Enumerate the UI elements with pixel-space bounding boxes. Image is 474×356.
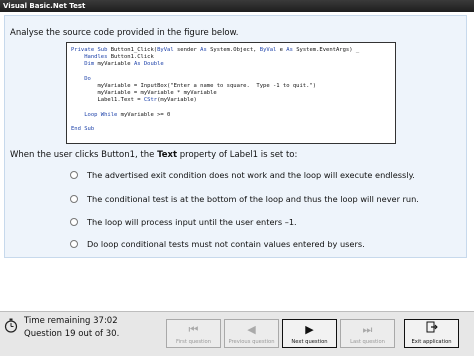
skip-forward-icon: ⏭ bbox=[362, 323, 373, 336]
button-label: First question bbox=[176, 339, 211, 345]
code-keyword: As bbox=[200, 47, 207, 53]
code-keyword: End Sub bbox=[71, 126, 95, 133]
stopwatch-icon bbox=[4, 318, 18, 333]
code-keyword: ByVal bbox=[259, 47, 277, 53]
button-label: Last question bbox=[350, 339, 385, 345]
question-text-bold: Text bbox=[157, 150, 178, 160]
code-keyword: Dim bbox=[84, 61, 95, 68]
radio-button[interactable] bbox=[70, 195, 78, 203]
code-keyword: As bbox=[286, 47, 293, 53]
previous-question-button[interactable]: ◀ Previous question bbox=[224, 319, 279, 348]
code-text: myVariable = myVariable * myVariable bbox=[71, 90, 217, 97]
code-line: myVariable = InputBox("Enter a name to s… bbox=[71, 83, 391, 90]
code-figure: Private Sub Button1_Click(ByVal sender A… bbox=[66, 42, 396, 144]
code-text: System.EventArgs) _ bbox=[292, 47, 360, 53]
radio-button[interactable] bbox=[70, 171, 78, 179]
answer-option-label: The conditional test is at the bottom of… bbox=[87, 194, 419, 204]
code-line: myVariable = myVariable * myVariable bbox=[71, 90, 391, 97]
code-text: myVariable = InputBox("Enter a name to s… bbox=[71, 82, 317, 89]
exit-icon bbox=[426, 321, 438, 336]
code-line: Do bbox=[71, 76, 391, 83]
code-text: myVariable bbox=[94, 61, 134, 68]
code-line: Handles Button1.Click bbox=[71, 54, 391, 61]
first-question-button[interactable]: ⏮ First question bbox=[166, 319, 221, 348]
answer-option-label: The advertised exit condition does not w… bbox=[87, 170, 415, 180]
answer-option-label: Do loop conditional tests must not conta… bbox=[87, 239, 365, 249]
button-label: Next question bbox=[291, 339, 328, 345]
question-text-before: When the user clicks Button1, the bbox=[10, 150, 158, 160]
code-line: Label1.Text = CStr(myVariable) bbox=[71, 97, 391, 104]
question-prompt: Analyse the source code provided in the … bbox=[10, 28, 239, 38]
skip-back-icon: ⏮ bbox=[188, 323, 199, 336]
code-text: (myVariable) bbox=[157, 97, 197, 104]
code-text: e bbox=[276, 47, 287, 53]
code-keyword: Handles bbox=[84, 54, 108, 61]
button-label: Exit application bbox=[411, 339, 452, 345]
code-keyword: Private Sub bbox=[71, 47, 111, 53]
previous-icon: ◀ bbox=[247, 323, 256, 336]
answer-option-2[interactable]: The conditional test is at the bottom of… bbox=[70, 194, 419, 204]
status-bar: Time remaining 37:02 Question 19 out of … bbox=[0, 311, 474, 356]
code-line: End Sub bbox=[71, 126, 391, 133]
next-question-button[interactable]: ▶ Next question bbox=[282, 319, 337, 348]
code-keyword: CStr bbox=[143, 97, 158, 104]
code-text: Button1.Click bbox=[107, 54, 154, 61]
code-keyword: ByVal bbox=[157, 47, 174, 53]
radio-button[interactable] bbox=[70, 218, 78, 226]
code-keyword: Loop While bbox=[84, 111, 118, 118]
answer-option-label: The loop will process input until the us… bbox=[87, 217, 297, 227]
code-keyword: Do bbox=[84, 75, 91, 82]
question-text-after: property of Label1 is set to: bbox=[177, 150, 298, 160]
answer-option-4[interactable]: Do loop conditional tests must not conta… bbox=[70, 239, 365, 249]
code-text: sender bbox=[173, 47, 201, 53]
code-text: Label1.Text = bbox=[71, 97, 144, 104]
code-keyword: As Double bbox=[133, 61, 164, 68]
button-label: Previous question bbox=[228, 339, 275, 345]
time-remaining: Time remaining 37:02 bbox=[24, 316, 118, 326]
exit-application-button[interactable]: Exit application bbox=[404, 319, 459, 348]
question-counter: Question 19 out of 30. bbox=[24, 329, 120, 339]
answer-option-1[interactable]: The advertised exit condition does not w… bbox=[70, 170, 415, 180]
code-text: System.Object, bbox=[206, 47, 260, 53]
radio-button[interactable] bbox=[70, 240, 78, 248]
code-text: myVariable >= 0 bbox=[117, 111, 171, 118]
last-question-button[interactable]: ⏭ Last question bbox=[340, 319, 395, 348]
window-title: Visual Basic.Net Test bbox=[0, 0, 474, 12]
question-text: When the user clicks Button1, the Text p… bbox=[10, 150, 297, 160]
next-icon: ▶ bbox=[305, 323, 314, 336]
answer-option-3[interactable]: The loop will process input until the us… bbox=[70, 217, 297, 227]
code-text: Button1_Click( bbox=[110, 47, 158, 53]
code-line: Dim myVariable As Double bbox=[71, 61, 391, 68]
code-line: Loop While myVariable >= 0 bbox=[71, 112, 391, 119]
code-line: Private Sub Button1_Click(ByVal sender A… bbox=[71, 47, 391, 54]
